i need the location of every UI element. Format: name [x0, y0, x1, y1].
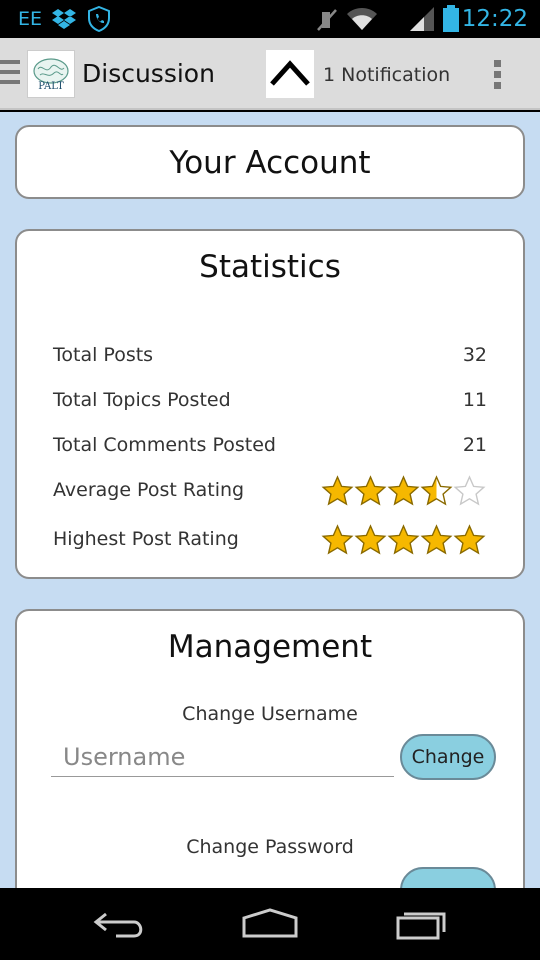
navigation-bar	[0, 888, 540, 960]
statistics-title: Statistics	[199, 249, 341, 285]
star-icon	[321, 475, 354, 506]
chevron-up-icon	[270, 60, 310, 86]
overflow-icon[interactable]	[494, 60, 502, 90]
carrier-label: EE	[18, 8, 43, 30]
stat-label-total-comments: Total Comments Posted	[53, 434, 276, 456]
star-icon	[453, 524, 486, 555]
account-title: Your Account	[169, 145, 371, 181]
highest-rating-stars	[321, 524, 486, 557]
clock: 12:22	[461, 6, 528, 32]
change-username-button[interactable]: Change	[400, 734, 496, 780]
star-icon	[387, 475, 420, 506]
star-icon	[354, 475, 387, 506]
svg-text:PALT: PALT	[38, 81, 64, 92]
change-password-label: Change Password	[186, 836, 354, 858]
dropbox-icon	[52, 9, 76, 29]
menu-icon[interactable]	[0, 60, 20, 88]
app-title: Discussion	[82, 59, 215, 88]
star-icon	[354, 524, 387, 555]
action-bar: PALT Discussion 1 Notification	[0, 38, 540, 110]
star-icon	[420, 524, 453, 555]
back-icon[interactable]	[90, 906, 150, 942]
stat-value-total-comments: 21	[462, 434, 487, 456]
home-icon[interactable]	[240, 906, 300, 942]
signal-icon	[410, 7, 434, 31]
stat-label-average-rating: Average Post Rating	[53, 479, 245, 501]
management-title: Management	[167, 629, 373, 665]
recents-icon[interactable]	[392, 906, 452, 942]
username-input[interactable]	[51, 737, 394, 777]
change-password-button[interactable]	[400, 867, 496, 888]
app-logo[interactable]: PALT	[27, 50, 75, 98]
wifi-icon	[347, 8, 377, 30]
brain-logo-icon: PALT	[33, 58, 69, 92]
stat-label-total-posts: Total Posts	[53, 344, 154, 366]
battery-icon	[443, 5, 459, 32]
management-card: Management Change Username Change Change…	[15, 609, 525, 888]
star-icon	[453, 475, 486, 506]
star-icon	[387, 524, 420, 555]
star-icon	[420, 475, 453, 506]
change-username-label: Change Username	[182, 703, 358, 725]
mute-icon	[317, 9, 337, 31]
chevron-up-button[interactable]	[266, 50, 314, 98]
content-area[interactable]: Your Account Statistics Total Posts 32 T…	[0, 112, 540, 888]
notification-label[interactable]: 1 Notification	[323, 64, 450, 86]
shield-phone-icon	[88, 6, 110, 32]
status-bar: EE 12:22	[0, 0, 540, 38]
stat-value-total-posts: 32	[462, 344, 487, 366]
account-card: Your Account	[15, 125, 525, 199]
statistics-card: Statistics Total Posts 32 Total Topics P…	[15, 229, 525, 579]
average-rating-stars	[321, 475, 486, 508]
stat-label-highest-rating: Highest Post Rating	[53, 528, 239, 550]
stat-label-total-topics: Total Topics Posted	[53, 389, 231, 411]
stat-value-total-topics: 11	[462, 389, 487, 411]
star-icon	[321, 524, 354, 555]
